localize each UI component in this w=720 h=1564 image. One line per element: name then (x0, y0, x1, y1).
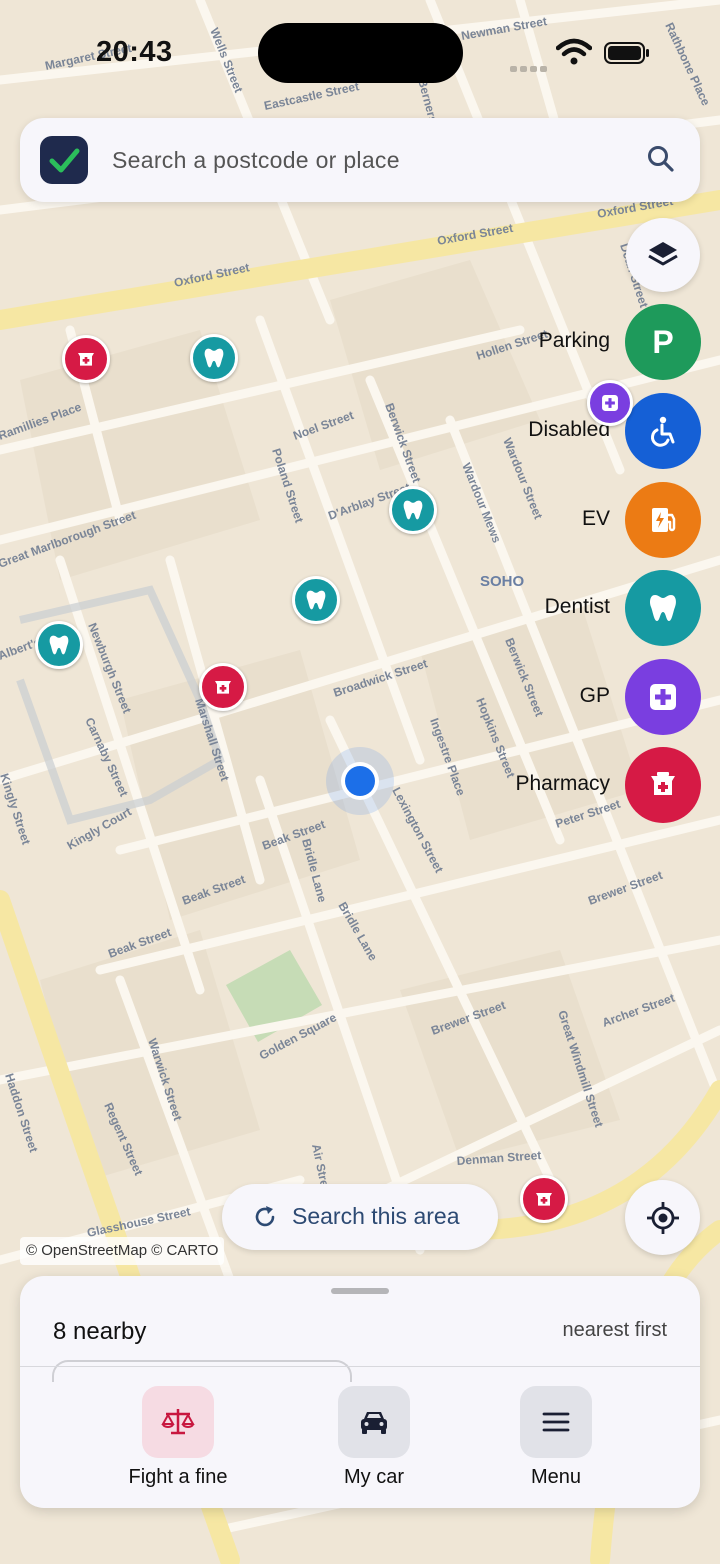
hamburger-icon (542, 1412, 570, 1432)
pharmacy-icon (536, 1193, 552, 1206)
dentist-marker[interactable] (389, 486, 437, 534)
sort-order-toggle[interactable]: nearest first (563, 1319, 667, 1342)
search-this-area-label: Search this area (292, 1203, 460, 1229)
tooth-icon (650, 595, 676, 621)
wheelchair-icon (651, 416, 675, 447)
tooth-icon (49, 635, 69, 655)
tooth-icon (204, 348, 224, 368)
nav-tile (520, 1386, 592, 1458)
dentist-marker[interactable] (292, 576, 340, 624)
dentist-marker[interactable] (35, 621, 83, 669)
sheet-divider (20, 1366, 700, 1367)
sheet-drag-handle[interactable] (331, 1288, 389, 1294)
status-bar: 20:43 (0, 0, 720, 100)
refresh-icon (255, 1206, 275, 1227)
map-district-label: SOHO (480, 573, 525, 590)
pharmacy-icon (215, 681, 231, 694)
pharmacy-marker[interactable] (520, 1175, 568, 1223)
gp-marker[interactable] (587, 380, 633, 426)
crosshair-icon (646, 1201, 679, 1234)
pharmacy-marker[interactable] (199, 663, 247, 711)
category-parking-button[interactable]: P (625, 304, 701, 380)
category-gp-button[interactable] (625, 659, 701, 735)
svg-text:P: P (652, 324, 673, 360)
nearby-count: 8 nearby (53, 1318, 147, 1345)
scales-icon (161, 1409, 195, 1435)
nav-fight-a-fine[interactable]: Fight a fine (98, 1386, 258, 1496)
medical-cross-icon (602, 395, 618, 411)
map-layers-button[interactable] (626, 218, 700, 292)
app-logo (40, 136, 88, 184)
medical-cross-icon (650, 684, 676, 710)
category-label-pharmacy: Pharmacy (515, 772, 610, 795)
category-label-ev: EV (581, 507, 610, 530)
tooth-icon (306, 590, 326, 610)
nav-tile (338, 1386, 410, 1458)
nav-label: My car (344, 1466, 404, 1488)
wifi-icon (556, 38, 592, 65)
tooth-icon (403, 500, 423, 520)
car-icon (361, 1412, 387, 1434)
category-label-parking: Parking (538, 329, 610, 352)
nav-label: Menu (530, 1466, 582, 1488)
status-time: 20:43 (96, 36, 173, 68)
category-label-gp: GP (579, 684, 610, 707)
nav-menu[interactable]: Menu (476, 1386, 636, 1496)
dynamic-island (258, 23, 463, 83)
dentist-marker[interactable] (190, 334, 238, 382)
layers-icon (648, 242, 678, 266)
category-dentist-button[interactable] (625, 570, 701, 646)
category-label-dentist: Dentist (544, 595, 610, 618)
cellular-signal-icon (510, 59, 550, 77)
ev-charger-icon (652, 508, 676, 532)
parking-icon: P (652, 324, 673, 360)
pharmacy-marker[interactable] (62, 335, 110, 383)
search-icon[interactable] (646, 144, 676, 174)
nav-my-car[interactable]: My car (294, 1386, 454, 1496)
search-this-area-button[interactable]: Search this area (222, 1184, 498, 1250)
search-bar[interactable]: Search a postcode or place (20, 118, 700, 202)
category-pharmacy-button[interactable] (625, 747, 701, 823)
locate-me-button[interactable] (625, 1180, 700, 1255)
pharmacy-icon (651, 772, 675, 795)
category-ev-button[interactable] (625, 482, 701, 558)
bottom-sheet[interactable]: 8 nearby nearest first Fight a fine My c… (20, 1276, 700, 1508)
category-disabled-button[interactable] (625, 393, 701, 469)
nav-tile (142, 1386, 214, 1458)
pharmacy-icon (78, 353, 94, 366)
map-attribution[interactable]: © OpenStreetMap © CARTO (20, 1237, 225, 1265)
search-input[interactable]: Search a postcode or place (112, 147, 400, 174)
battery-icon (604, 42, 649, 64)
result-card-peek[interactable] (52, 1360, 352, 1382)
nav-label: Fight a fine (128, 1466, 228, 1488)
